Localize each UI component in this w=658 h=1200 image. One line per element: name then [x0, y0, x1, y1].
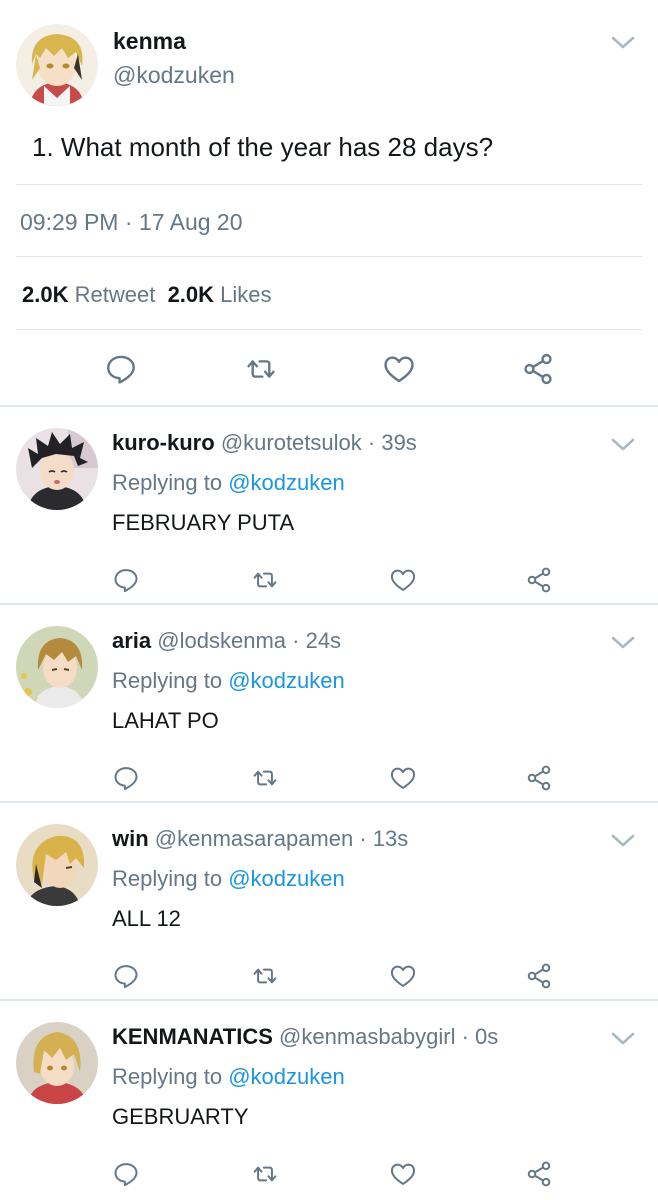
- replying-label: Replying to: [112, 470, 223, 495]
- share-icon[interactable]: [525, 764, 553, 792]
- reply-time: · 39s: [367, 430, 417, 455]
- reply-bubble-icon[interactable]: [112, 566, 140, 594]
- share-icon[interactable]: [525, 566, 553, 594]
- divider: [16, 256, 642, 257]
- reply-header: win @kenmasarapamen · 13s: [112, 826, 408, 852]
- replying-to: Replying to @kodzuken: [112, 470, 345, 496]
- reply-author-name[interactable]: kuro-kuro: [112, 430, 215, 455]
- share-icon[interactable]: [521, 352, 555, 386]
- avatar[interactable]: [16, 24, 98, 106]
- tweet-date: 17 Aug 20: [138, 209, 243, 235]
- chevron-down-icon[interactable]: [610, 34, 636, 52]
- reply-time: · 13s: [359, 826, 409, 851]
- reply-time: · 24s: [292, 628, 342, 653]
- reply-author-handle[interactable]: @lodskenma: [157, 628, 286, 653]
- chevron-down-icon[interactable]: [610, 634, 636, 652]
- replying-to: Replying to @kodzuken: [112, 1064, 345, 1090]
- retweet-label[interactable]: Retweet: [75, 282, 156, 307]
- avatar[interactable]: [16, 1022, 98, 1104]
- author-handle[interactable]: @kodzuken: [113, 62, 235, 89]
- share-icon[interactable]: [525, 962, 553, 990]
- share-icon[interactable]: [525, 1160, 553, 1188]
- retweet-icon[interactable]: [243, 352, 279, 386]
- heart-icon[interactable]: [389, 764, 417, 792]
- date-separator: ·: [118, 209, 139, 235]
- like-count[interactable]: 2.0K: [168, 282, 214, 307]
- heart-icon[interactable]: [389, 566, 417, 594]
- author-name[interactable]: kenma: [113, 28, 186, 55]
- reply-tweet[interactable]: kuro-kuro @kurotetsulok · 39s Replying t…: [0, 406, 658, 604]
- main-tweet: kenma @kodzuken 1. What month of the yea…: [0, 0, 658, 406]
- reply-author-name[interactable]: win: [112, 826, 149, 851]
- replying-label: Replying to: [112, 668, 223, 693]
- reply-text: FEBRUARY PUTA: [112, 510, 295, 535]
- reply-text: LAHAT PO: [112, 708, 219, 733]
- reply-bubble-icon[interactable]: [112, 962, 140, 990]
- divider: [16, 184, 642, 185]
- reply-tweet[interactable]: win @kenmasarapamen · 13s Replying to @k…: [0, 802, 658, 1000]
- replying-to: Replying to @kodzuken: [112, 866, 345, 892]
- chevron-down-icon[interactable]: [610, 436, 636, 454]
- engagement-stats: 2.0K Retweet 2.0K Likes: [22, 282, 272, 308]
- reply-bubble-icon[interactable]: [104, 352, 138, 386]
- reply-author-handle[interactable]: @kenmasarapamen: [155, 826, 353, 851]
- reply-bubble-icon[interactable]: [112, 1160, 140, 1188]
- divider: [16, 329, 642, 330]
- heart-icon[interactable]: [389, 962, 417, 990]
- tweet-time: 09:29 PM: [20, 209, 119, 235]
- reply-author-name[interactable]: KENMANATICS: [112, 1024, 273, 1049]
- replying-label: Replying to: [112, 866, 223, 891]
- replying-label: Replying to: [112, 1064, 223, 1089]
- replying-to: Replying to @kodzuken: [112, 668, 345, 694]
- retweet-icon[interactable]: [250, 962, 280, 990]
- reply-text: ALL 12: [112, 906, 181, 931]
- reply-header: aria @lodskenma · 24s: [112, 628, 341, 654]
- reply-author-name[interactable]: aria: [112, 628, 151, 653]
- like-label[interactable]: Likes: [220, 282, 271, 307]
- mention-link[interactable]: @kodzuken: [228, 866, 345, 891]
- avatar[interactable]: [16, 428, 98, 510]
- reply-tweet[interactable]: aria @lodskenma · 24s Replying to @kodzu…: [0, 604, 658, 802]
- chevron-down-icon[interactable]: [610, 1030, 636, 1048]
- reply-bubble-icon[interactable]: [112, 764, 140, 792]
- tweet-text: 1. What month of the year has 28 days?: [32, 132, 494, 162]
- retweet-icon[interactable]: [250, 1160, 280, 1188]
- avatar[interactable]: [16, 824, 98, 906]
- reply-author-handle[interactable]: @kurotetsulok: [221, 430, 362, 455]
- reply-author-handle[interactable]: @kenmasbabygirl: [279, 1024, 455, 1049]
- chevron-down-icon[interactable]: [610, 832, 636, 850]
- mention-link[interactable]: @kodzuken: [228, 668, 345, 693]
- mention-link[interactable]: @kodzuken: [228, 1064, 345, 1089]
- heart-icon[interactable]: [382, 352, 416, 386]
- reply-tweet[interactable]: KENMANATICS @kenmasbabygirl · 0s Replyin…: [0, 1000, 658, 1198]
- retweet-icon[interactable]: [250, 566, 280, 594]
- reply-text: GEBRUARTY: [112, 1104, 249, 1129]
- retweet-count[interactable]: 2.0K: [22, 282, 68, 307]
- retweet-icon[interactable]: [250, 764, 280, 792]
- reply-header: KENMANATICS @kenmasbabygirl · 0s: [112, 1024, 498, 1050]
- mention-link[interactable]: @kodzuken: [228, 470, 345, 495]
- reply-time: · 0s: [461, 1024, 499, 1049]
- reply-header: kuro-kuro @kurotetsulok · 39s: [112, 430, 417, 456]
- avatar[interactable]: [16, 626, 98, 708]
- heart-icon[interactable]: [389, 1160, 417, 1188]
- tweet-timestamp: 09:29 PM · 17 Aug 20: [20, 209, 243, 236]
